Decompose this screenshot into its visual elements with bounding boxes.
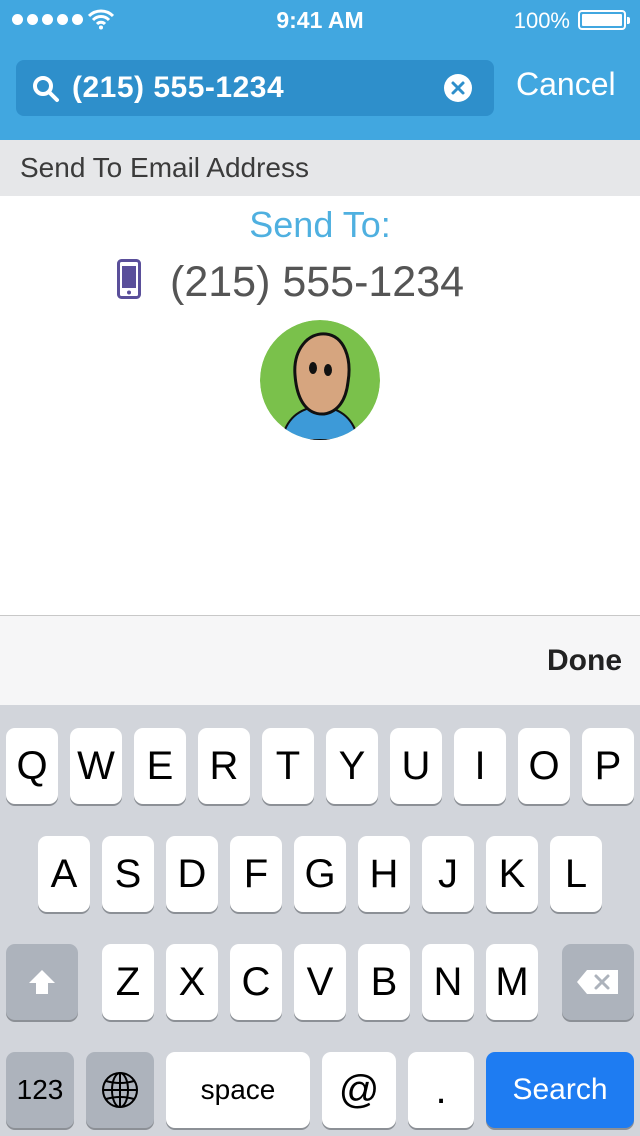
key-y[interactable]: Y — [326, 728, 378, 804]
key-z[interactable]: Z — [102, 944, 154, 1020]
key-v[interactable]: V — [294, 944, 346, 1020]
search-key[interactable]: Search — [486, 1052, 634, 1128]
key-d[interactable]: D — [166, 836, 218, 912]
key-s[interactable]: S — [102, 836, 154, 912]
key-c[interactable]: C — [230, 944, 282, 1020]
key-m[interactable]: M — [486, 944, 538, 1020]
key-u[interactable]: U — [390, 728, 442, 804]
key-r[interactable]: R — [198, 728, 250, 804]
key-j[interactable]: J — [422, 836, 474, 912]
key-o[interactable]: O — [518, 728, 570, 804]
key-n[interactable]: N — [422, 944, 474, 1020]
section-title: Send To Email Address — [20, 152, 309, 183]
done-button[interactable]: Done — [547, 644, 622, 678]
key-q[interactable]: Q — [6, 728, 58, 804]
search-input[interactable]: (215) 555-1234 — [16, 60, 494, 116]
battery-icon — [578, 10, 630, 30]
backspace-icon — [577, 970, 618, 994]
key-k[interactable]: K — [486, 836, 538, 912]
status-bar: 9:41 AM 100% — [0, 0, 640, 40]
recipient-phone-number: (215) 555-1234 — [170, 258, 465, 306]
mobile-phone-icon — [117, 259, 141, 299]
dot-key[interactable]: . — [408, 1052, 474, 1128]
battery-percent: 100% — [513, 8, 570, 33]
search-icon — [33, 76, 59, 102]
search-header: 9:41 AM 100% (215) 555-1234 Cancel — [0, 0, 640, 140]
search-input-value[interactable]: (215) 555-1234 — [72, 71, 284, 105]
key-a[interactable]: A — [38, 836, 90, 912]
key-h[interactable]: H — [358, 836, 410, 912]
key-e[interactable]: E — [134, 728, 186, 804]
cancel-button[interactable]: Cancel — [516, 66, 616, 103]
space-key[interactable]: space — [166, 1052, 310, 1128]
key-b[interactable]: B — [358, 944, 410, 1020]
at-key[interactable]: @ — [322, 1052, 396, 1128]
shift-key[interactable] — [6, 944, 78, 1020]
send-to-label: Send To: — [249, 204, 391, 245]
keyboard: Q W E R T Y U I O P A S D F G H J K L Z … — [0, 705, 640, 1136]
shift-icon — [29, 970, 55, 994]
globe-key[interactable] — [86, 1052, 154, 1128]
keyboard-accessory-bar: Done — [0, 615, 640, 706]
key-p[interactable]: P — [582, 728, 634, 804]
section-header: Send To Email Address — [0, 140, 640, 196]
numbers-key[interactable]: 123 — [6, 1052, 74, 1128]
globe-icon — [102, 1072, 138, 1108]
key-g[interactable]: G — [294, 836, 346, 912]
key-l[interactable]: L — [550, 836, 602, 912]
clear-search-icon[interactable] — [444, 74, 472, 102]
key-t[interactable]: T — [262, 728, 314, 804]
key-x[interactable]: X — [166, 944, 218, 1020]
delete-key[interactable] — [562, 944, 634, 1020]
key-i[interactable]: I — [454, 728, 506, 804]
avatar — [260, 320, 380, 440]
key-f[interactable]: F — [230, 836, 282, 912]
key-w[interactable]: W — [70, 728, 122, 804]
